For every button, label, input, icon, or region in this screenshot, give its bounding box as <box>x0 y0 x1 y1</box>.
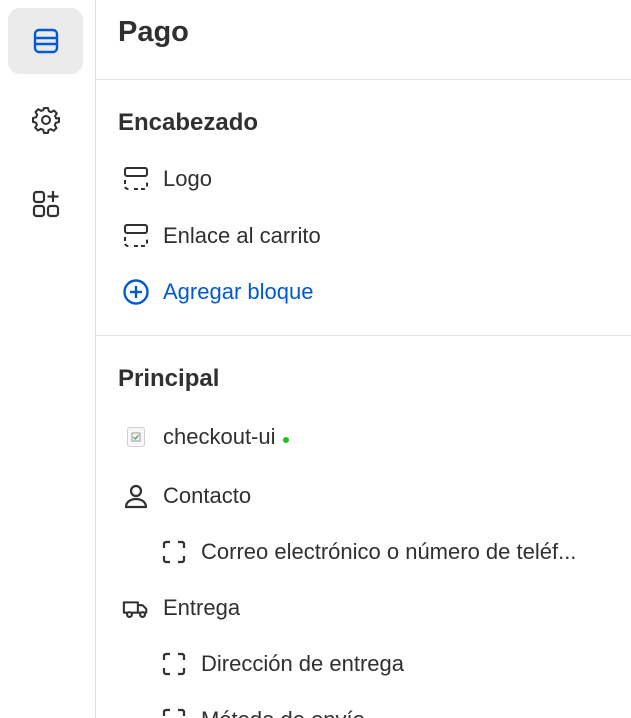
section-block-icon <box>122 165 150 193</box>
divider <box>96 335 631 336</box>
block-item-logo[interactable]: Logo <box>122 159 212 199</box>
page-title: Pago <box>118 16 189 48</box>
block-item-label: Enlace al carrito <box>163 223 321 248</box>
dashed-block-icon <box>160 538 188 566</box>
sections-icon <box>33 28 58 54</box>
block-item-delivery-address[interactable]: Dirección de entrega <box>160 644 404 684</box>
gear-icon <box>31 107 60 134</box>
truck-icon <box>122 594 150 622</box>
dashed-block-icon <box>160 706 188 718</box>
section-title-header: Encabezado <box>118 109 259 136</box>
divider <box>96 79 631 80</box>
apps-button[interactable] <box>8 171 83 237</box>
block-item-contact[interactable]: Contacto <box>122 476 251 516</box>
block-item-label: Correo electrónico o número de teléf... <box>201 539 577 564</box>
section-title-main: Principal <box>118 365 220 392</box>
block-item-cart-link[interactable]: Enlace al carrito <box>122 216 321 256</box>
block-item-label: Logo <box>163 166 212 191</box>
block-item-shipping-method[interactable]: Método de envío <box>160 700 365 718</box>
block-item-label: Entrega <box>163 595 241 620</box>
block-item-label: Método de envío <box>201 707 365 718</box>
block-item-checkout-ui[interactable]: checkout-ui <box>122 417 289 457</box>
plus-circle-icon <box>122 278 150 306</box>
section-block-icon <box>122 222 150 250</box>
person-icon <box>122 482 150 510</box>
dashed-block-icon <box>160 650 188 678</box>
status-dot <box>282 437 289 443</box>
add-block-label: Agregar bloque <box>163 279 314 304</box>
settings-button[interactable] <box>8 87 83 153</box>
apps-add-icon <box>32 190 59 218</box>
block-item-label: checkout-ui <box>163 424 276 449</box>
add-block-button[interactable]: Agregar bloque <box>122 272 313 312</box>
block-item-label: Contacto <box>163 483 252 508</box>
sections-button[interactable] <box>8 8 83 74</box>
block-item-label: Dirección de entrega <box>201 651 405 676</box>
icon-rail <box>0 0 96 718</box>
block-item-email-phone[interactable]: Correo electrónico o número de teléf... <box>160 532 620 572</box>
sections-panel: Pago Encabezado Logo Enlace al carrito A… <box>96 0 631 718</box>
block-item-delivery[interactable]: Entrega <box>122 588 240 628</box>
app-block-icon <box>122 423 150 451</box>
